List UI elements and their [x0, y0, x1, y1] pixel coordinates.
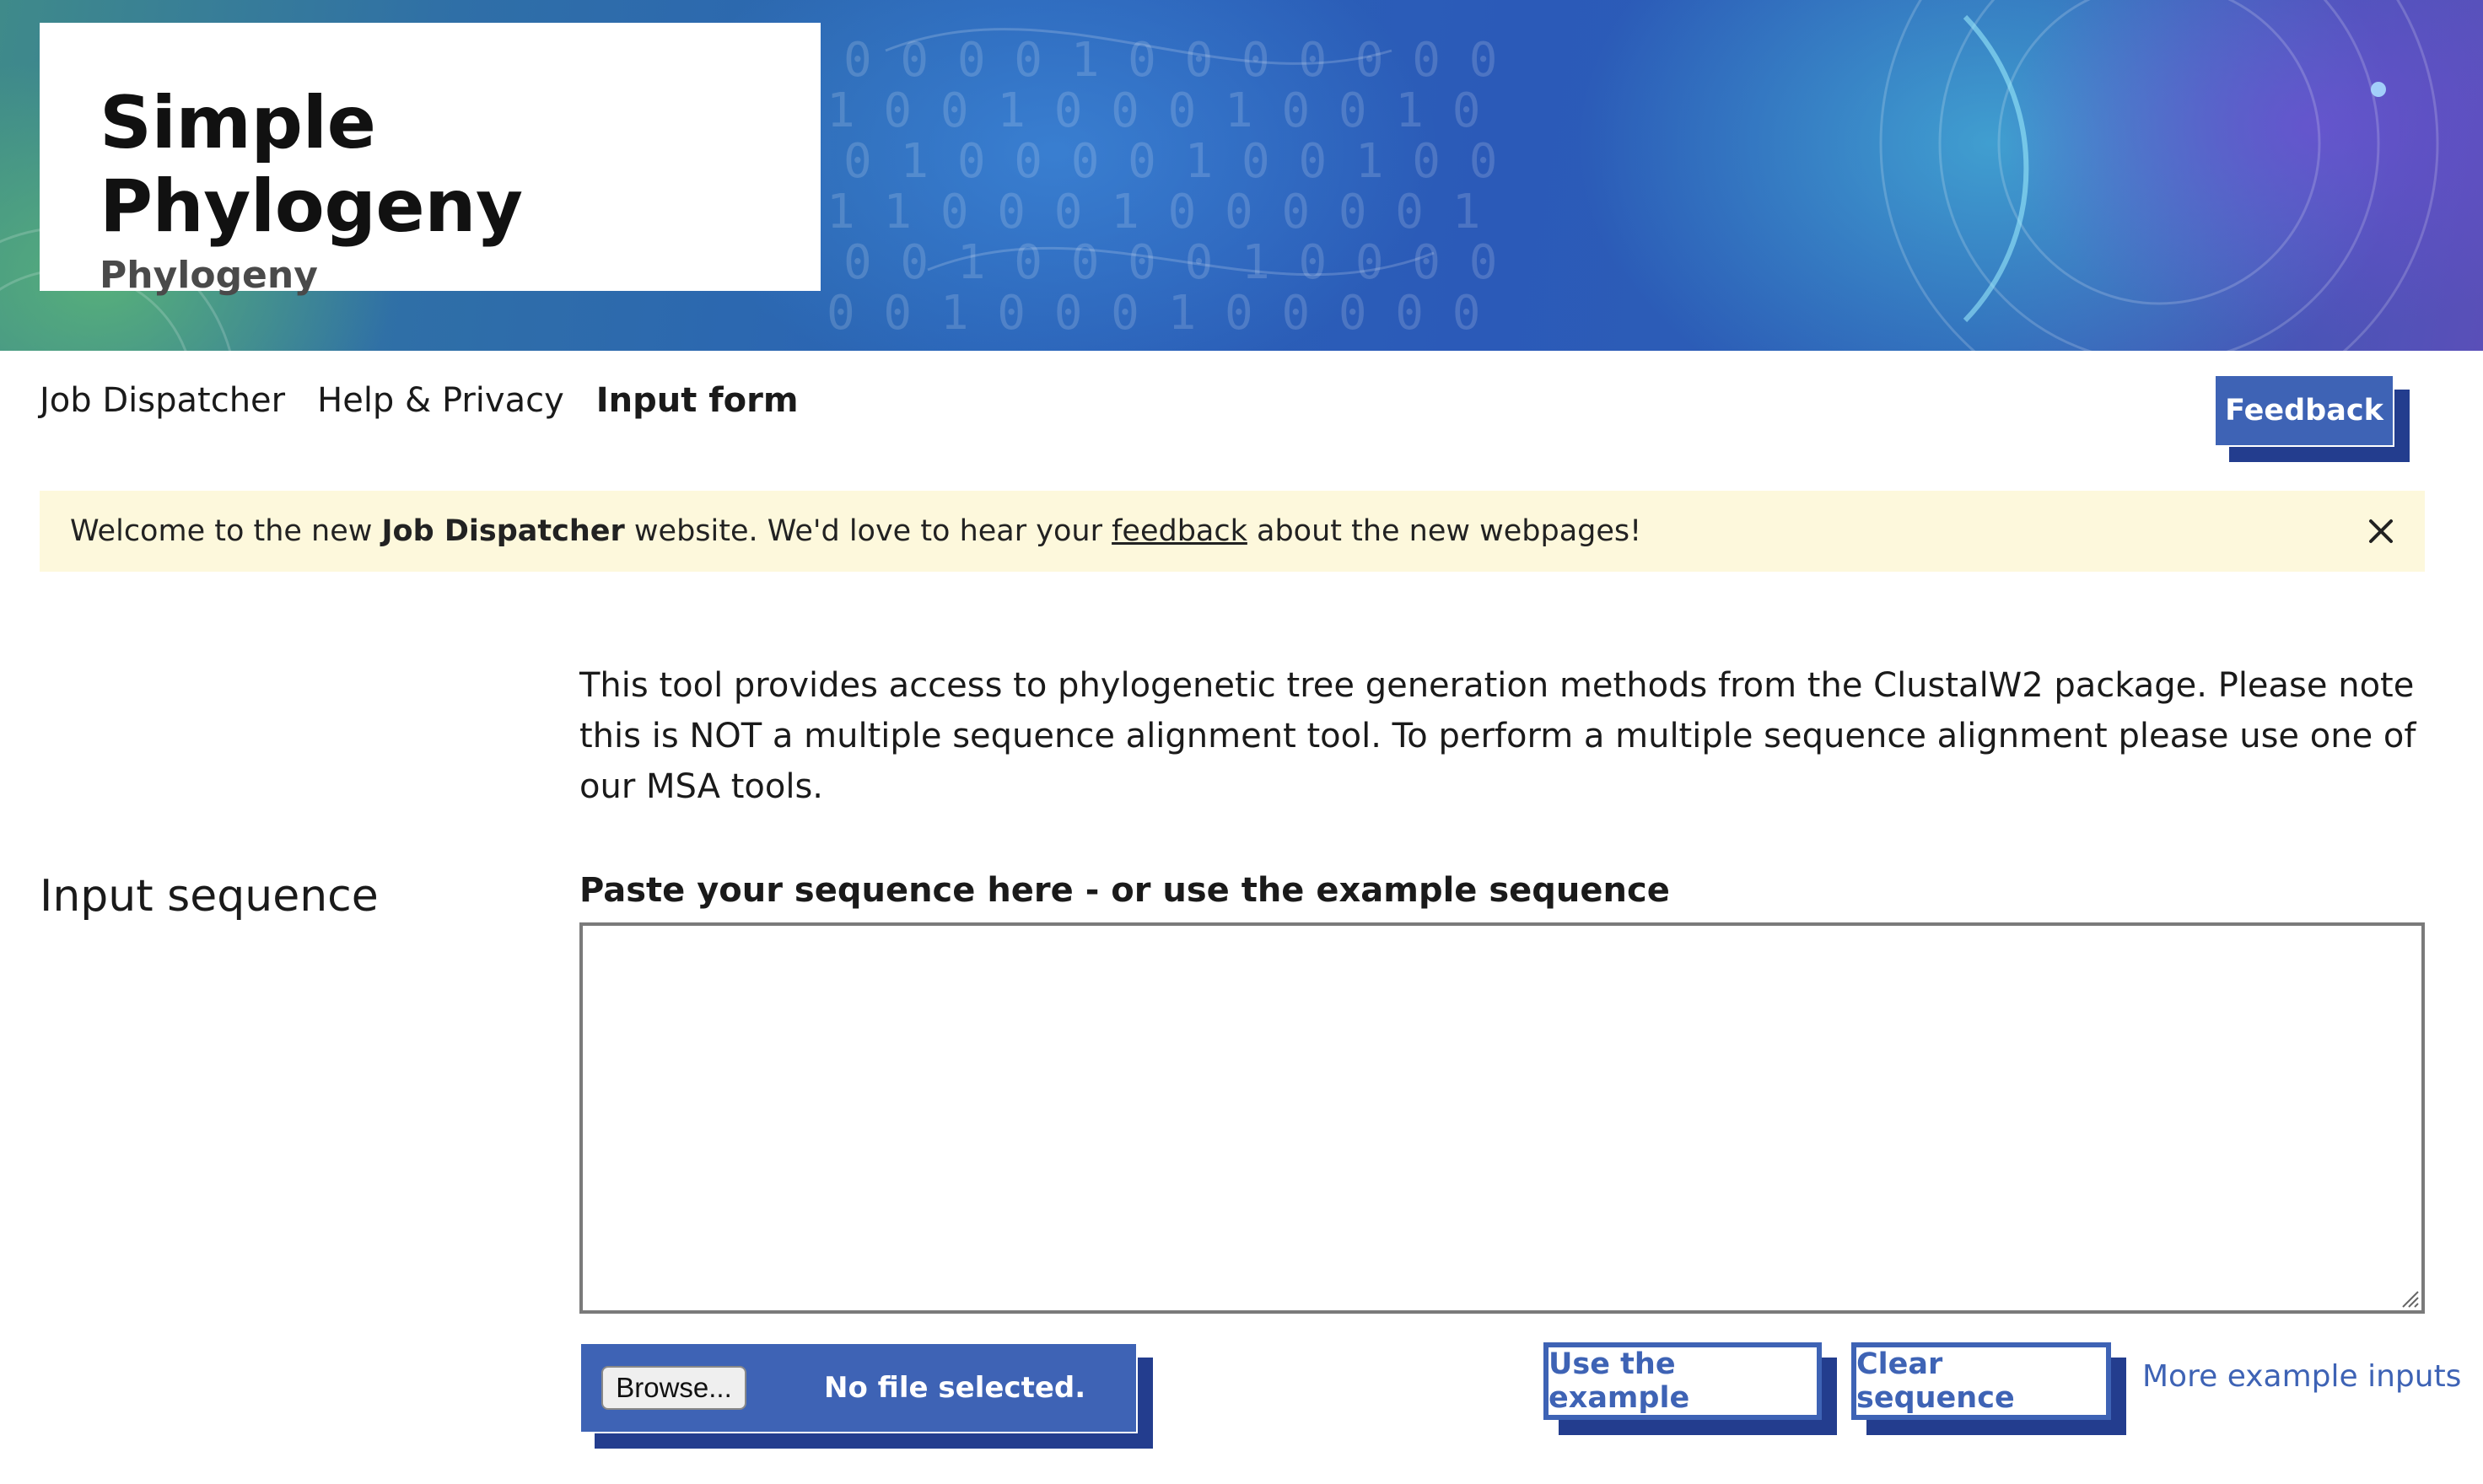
- clear-sequence-wrapper: Clear sequence: [1851, 1342, 2126, 1435]
- use-example-button[interactable]: Use the example: [1543, 1342, 1822, 1420]
- welcome-notice: Welcome to the new Job Dispatcher websit…: [40, 491, 2425, 572]
- file-upload: Browse... No file selected.: [579, 1342, 1153, 1449]
- svg-text:0 0 1 0 0 0 0 1 0 0 0 0: 0 0 1 0 0 0 0 1 0 0 0 0: [843, 235, 1497, 290]
- close-icon[interactable]: [2364, 514, 2398, 548]
- sequence-field-label: Paste your sequence here - or use the ex…: [579, 871, 1670, 910]
- svg-text:0 0 1 0 0 0 1 0 0 0 0 0: 0 0 1 0 0 0 1 0 0 0 0 0: [827, 286, 1480, 341]
- tool-description: This tool provides access to phylogeneti…: [579, 666, 2416, 806]
- clear-sequence-button[interactable]: Clear sequence: [1851, 1342, 2111, 1420]
- notice-text-mid: website. We'd love to hear your: [624, 514, 1112, 548]
- use-example-wrapper: Use the example: [1543, 1342, 1837, 1435]
- more-example-inputs-link[interactable]: More example inputs: [2142, 1359, 2461, 1394]
- browse-button[interactable]: Browse...: [601, 1366, 746, 1410]
- nav-item-input-form[interactable]: Input form: [596, 381, 799, 420]
- notice-bold: Job Dispatcher: [381, 514, 625, 548]
- resize-grip-icon[interactable]: [2398, 1287, 2420, 1309]
- svg-text:0 1 0 0 0 0 1 0 0 1 0 0: 0 1 0 0 0 0 1 0 0 1 0 0: [843, 134, 1497, 189]
- notice-feedback-link[interactable]: feedback: [1112, 514, 1247, 548]
- svg-text:0 0 0 0 1 0 0 0 0 0 0 0: 0 0 0 0 1 0 0 0 0 0 0 0: [843, 33, 1497, 88]
- notice-text-after: about the new webpages!: [1247, 514, 1642, 548]
- hero-banner: 0 0 0 0 1 0 0 0 0 0 0 0 1 0 0 1 0 0 0 1 …: [0, 0, 2483, 351]
- feedback-button[interactable]: Feedback: [2214, 374, 2394, 447]
- title-card: Simple Phylogeny Phylogeny: [40, 23, 821, 297]
- file-upload-box: Browse... No file selected.: [579, 1342, 1138, 1433]
- feedback-button-wrapper: Feedback: [2214, 374, 2410, 462]
- sequence-textarea[interactable]: [579, 922, 2425, 1314]
- page-subtitle: Phylogeny: [100, 253, 318, 297]
- top-nav: Job Dispatcher Help & Privacy Input form: [40, 381, 799, 420]
- section-label-input-sequence: Input sequence: [40, 871, 379, 922]
- file-status: No file selected.: [824, 1371, 1086, 1405]
- nav-item-job-dispatcher[interactable]: Job Dispatcher: [40, 381, 285, 420]
- svg-text:1 0 0 1 0 0 0 1 0 0 1 0: 1 0 0 1 0 0 0 1 0 0 1 0: [827, 83, 1480, 138]
- notice-text: Welcome to the new Job Dispatcher websit…: [70, 514, 1641, 548]
- page-title: Simple Phylogeny: [100, 81, 523, 249]
- svg-text:1 1 0 0 0 1 0 0 0 0 0 1: 1 1 0 0 0 1 0 0 0 0 0 1: [827, 185, 1480, 239]
- notice-text-before: Welcome to the new: [70, 514, 382, 548]
- nav-item-help-privacy[interactable]: Help & Privacy: [317, 381, 564, 420]
